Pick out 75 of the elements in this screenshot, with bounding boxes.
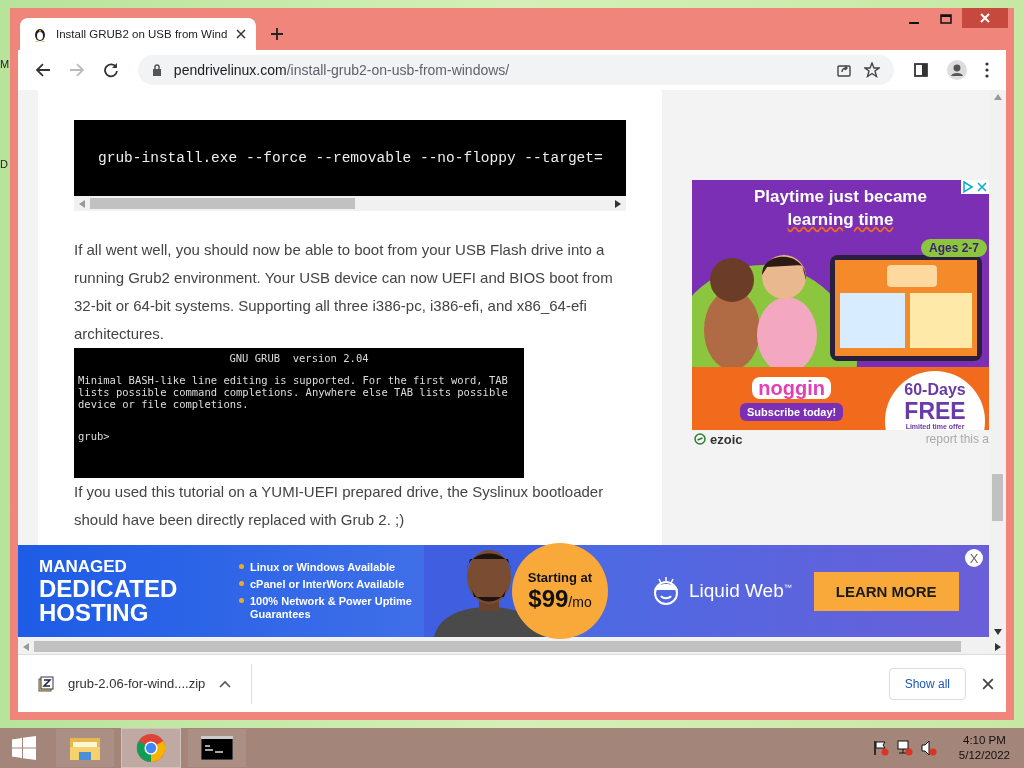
show-all-button[interactable]: Show all <box>888 667 966 700</box>
bullet-icon <box>239 564 244 569</box>
offer-text: 60-Days <box>904 381 966 399</box>
download-item[interactable]: grub-2.06-for-wind....zip <box>18 663 253 704</box>
terminal-prompt: grub> <box>78 430 111 442</box>
ad-choices-icon[interactable] <box>961 180 989 194</box>
lock-icon <box>151 64 162 76</box>
ad-headline: MANAGED <box>39 557 128 577</box>
ad-headline: HOSTING <box>39 601 150 625</box>
terminal-icon <box>201 736 233 760</box>
scroll-down-icon[interactable] <box>993 629 1002 635</box>
scroll-right-icon[interactable] <box>615 199 621 208</box>
close-button[interactable] <box>962 8 1008 28</box>
share-icon[interactable] <box>836 62 853 78</box>
taskbar-app[interactable] <box>188 729 246 767</box>
code-text: grub-install.exe --force --removable --no-floppy --target= <box>98 150 603 166</box>
desktop-icon-label: D <box>0 158 9 170</box>
desktop-icon-label: M <box>0 58 10 70</box>
terminal-line: Minimal BASH-like line editing is supported. For the first word, TAB <box>78 374 509 386</box>
age-badge: Ages 2-7 <box>920 239 987 257</box>
offer-text: FREE <box>904 399 966 423</box>
ezoic-icon <box>694 433 706 445</box>
scroll-thumb[interactable] <box>34 641 962 652</box>
back-icon[interactable] <box>35 62 51 78</box>
bullet-icon <box>239 581 244 586</box>
paragraph: If you used this tutorial on a YUMI-UEFI prepared drive, the Syslinux bootloader should have been directly replaced with Grub 2. ;) <box>74 482 605 530</box>
feature-text: 100% Network & Power Uptime Guarantees <box>250 595 413 621</box>
minimize-icon <box>909 22 919 24</box>
feature-text: Linux or Windows Available <box>250 561 396 574</box>
browser-tab[interactable]: Install GRUB2 on USB from Wind <box>20 18 256 50</box>
reload-icon[interactable] <box>102 62 119 78</box>
star-icon[interactable] <box>864 62 881 78</box>
ad-network-label: ezoic <box>710 431 743 447</box>
learn-more-button[interactable]: LEARN MORE <box>813 571 959 611</box>
close-icon[interactable] <box>982 677 994 690</box>
chevron-up-icon[interactable] <box>219 679 232 688</box>
menu-icon[interactable] <box>985 62 989 78</box>
clock-date: 5/12/2022 <box>958 748 1010 763</box>
clock[interactable]: 4:10 PM 5/12/2022 <box>958 733 1010 763</box>
brand-logo: noggin <box>752 376 831 399</box>
banner-advertisement[interactable]: MANAGED DEDICATED HOSTING Linux or Windows Available cPanel or InterWorx Available 100% Network & Power Uptime Guarantees Starting at $99/mo Liquid Web$^{™}$ LEARN MORE X <box>18 545 989 637</box>
terminal-line: device or file completions. <box>78 398 250 410</box>
clock-time: 4:10 PM <box>963 733 1006 748</box>
scroll-right-icon[interactable] <box>995 642 1001 651</box>
terminal-line: lists possible command completions. Anywhere else TAB lists possible <box>78 386 509 398</box>
muted-speaker-icon[interactable] <box>920 740 937 756</box>
price-text: $99/mo <box>528 584 592 613</box>
penguin-icon <box>32 26 48 42</box>
network-icon[interactable] <box>896 740 913 756</box>
address-bar[interactable]: pendrivelinux.com/install-grub2-on-usb-from-windows/ <box>137 55 895 85</box>
scroll-thumb[interactable] <box>992 474 1003 521</box>
ad-headline: DEDICATED <box>39 577 179 601</box>
maximize-icon <box>940 14 952 24</box>
ad-headline: Playtime just became <box>754 186 927 208</box>
feature-text: cPanel or InterWorx Available <box>250 578 405 591</box>
scroll-thumb[interactable] <box>90 198 356 209</box>
terminal-title: GNU GRUB version 2.04 <box>228 352 370 364</box>
windows-logo-icon <box>12 736 36 760</box>
horizontal-scrollbar[interactable] <box>74 196 626 211</box>
zip-file-icon <box>38 675 54 692</box>
chrome-icon <box>136 733 166 763</box>
close-icon <box>980 13 990 23</box>
subscribe-button[interactable]: Subscribe today! <box>740 402 844 421</box>
url-text: pendrivelinux.com/install-grub2-on-usb-from-windows/ <box>173 62 510 78</box>
ad-headline: learning time <box>787 209 894 231</box>
flag-icon[interactable] <box>872 740 889 756</box>
new-tab-icon[interactable] <box>270 27 284 41</box>
paragraph: If all went well, you should now be able to boot from your USB Flash drive into a running Grub2 environment. Your USB device can now UEFI and BIOS boot from 32-bit or 64-bit systems. Supporting all three i386-pc, i386-efi, and x86_64-efi architectures. <box>74 240 614 344</box>
price-label: Starting at <box>527 569 593 585</box>
close-ad-button[interactable]: X <box>965 549 983 567</box>
brand-logo: Liquid Web$^{™}$ <box>689 580 792 602</box>
side-panel-icon[interactable] <box>913 62 930 78</box>
profile-icon[interactable] <box>947 60 967 80</box>
close-icon[interactable] <box>236 29 246 39</box>
bullet-icon <box>239 598 244 603</box>
